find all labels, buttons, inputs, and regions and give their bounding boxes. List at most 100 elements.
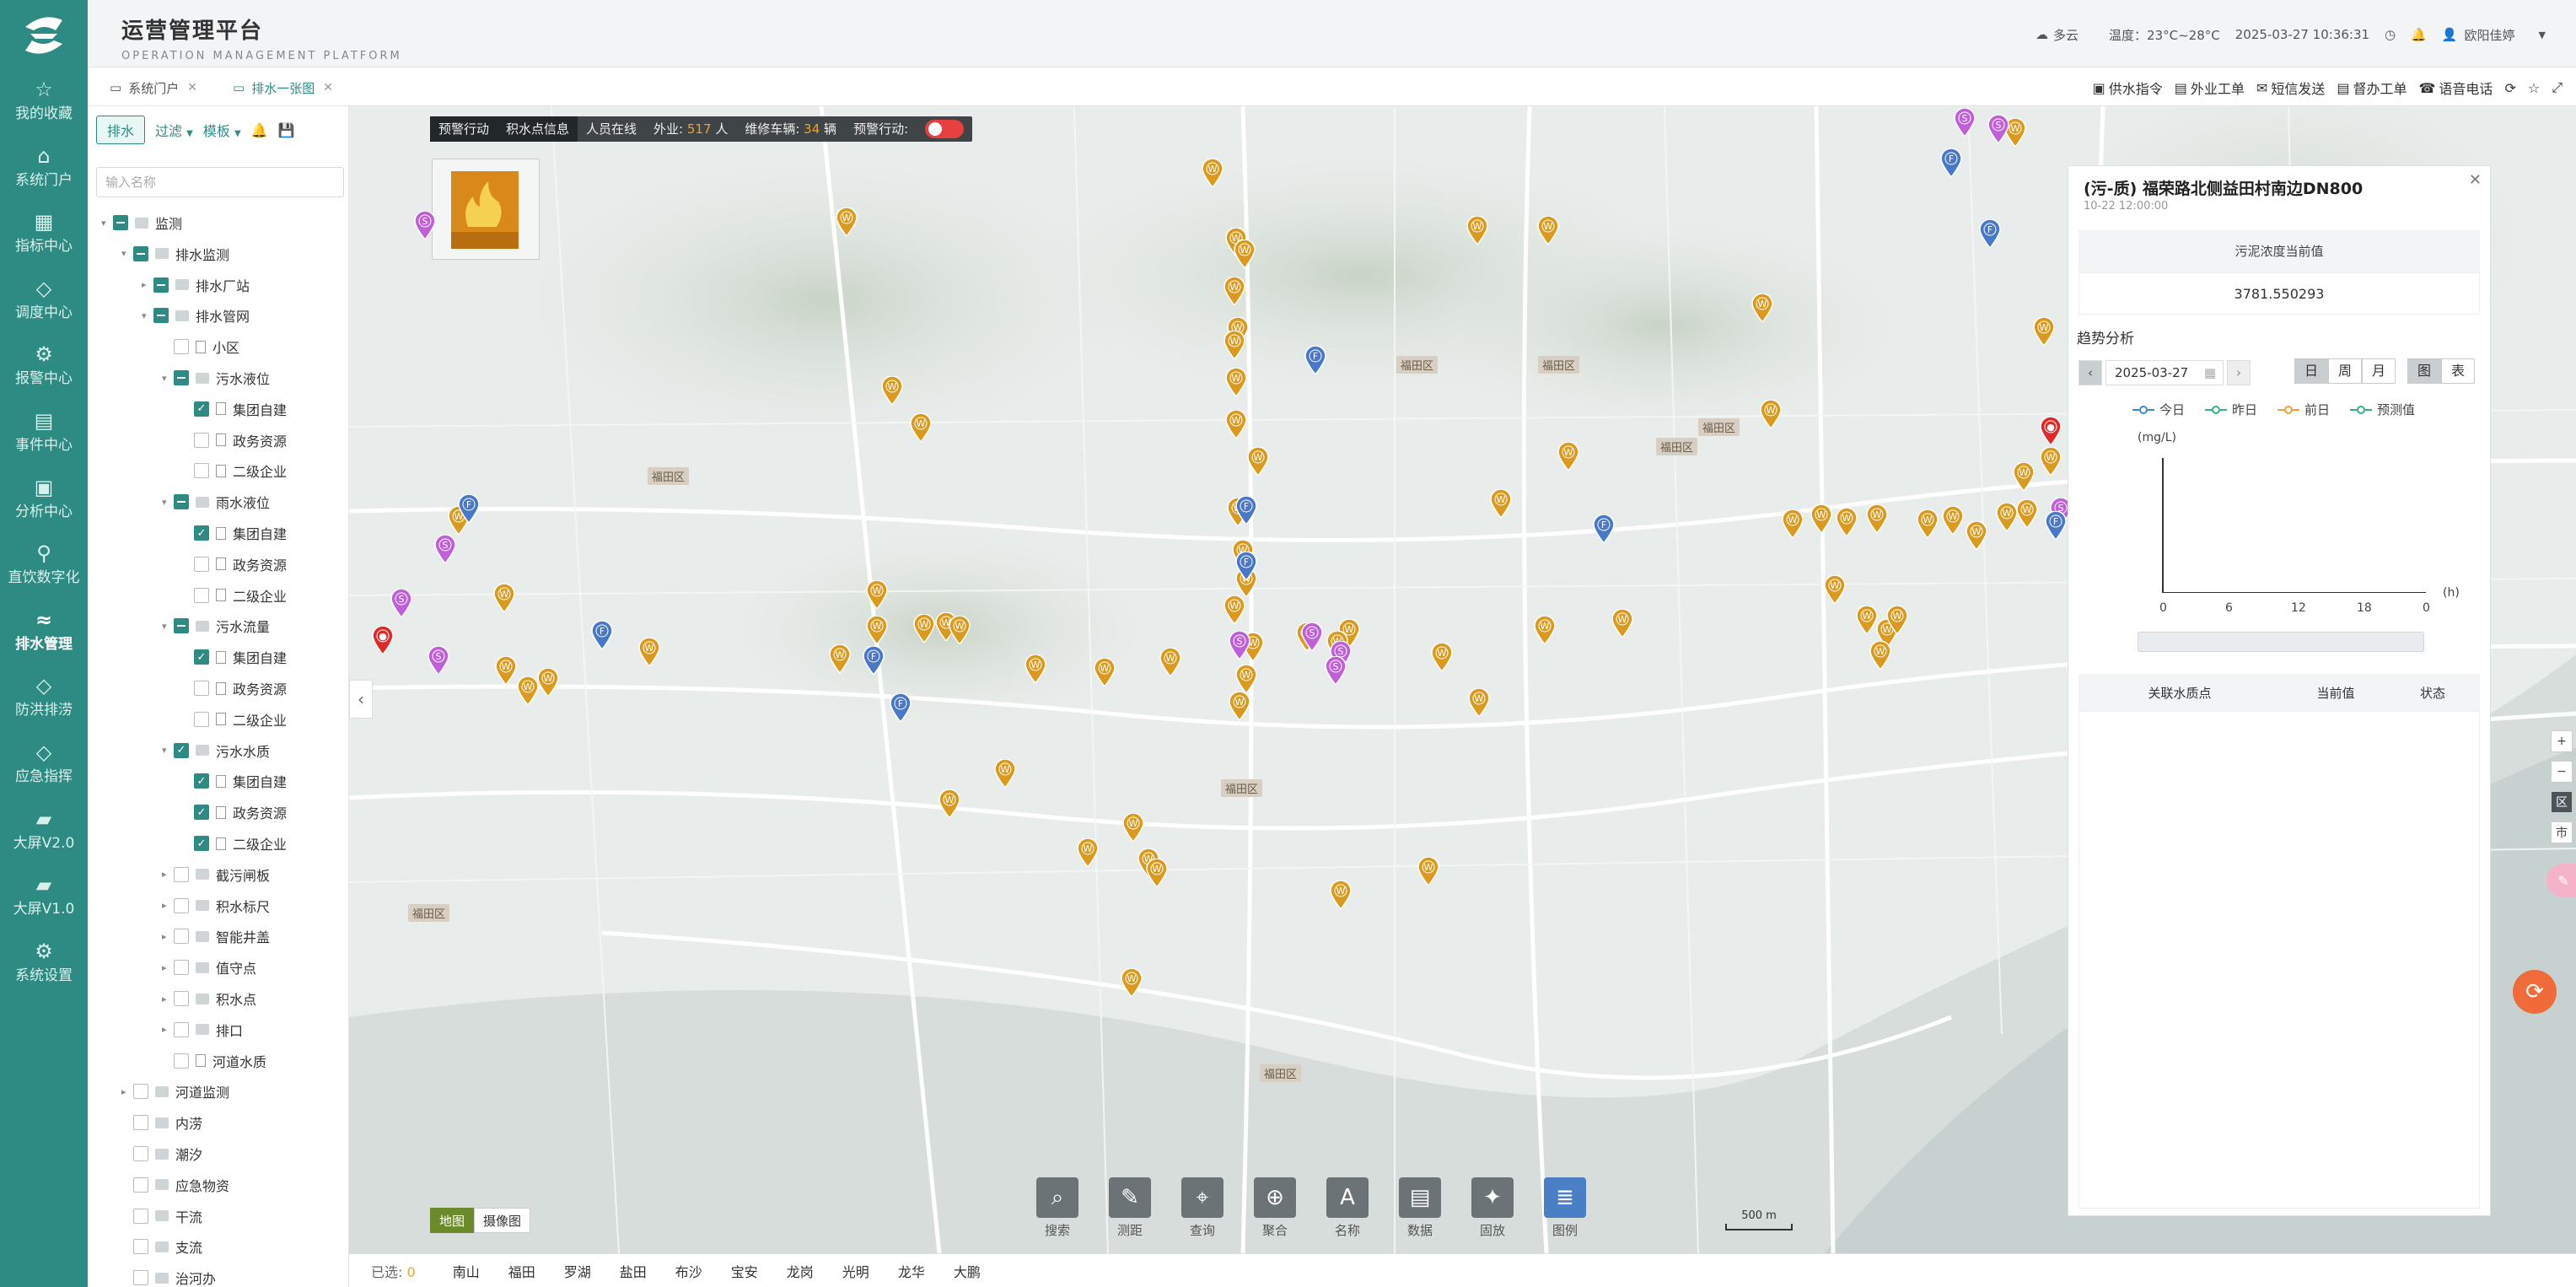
sidebar-item[interactable]: ⚲ 直饮数字化 bbox=[0, 536, 88, 602]
tree-node[interactable]: 政务资源 bbox=[182, 676, 287, 700]
fullscreen-icon[interactable]: ⤢ bbox=[2552, 79, 2563, 96]
sidebar-item[interactable]: ⌂ 系统门户 bbox=[0, 139, 88, 205]
water-quality-marker[interactable]: W bbox=[1122, 813, 1144, 842]
sidebar-item[interactable]: ◇ 应急指挥 bbox=[0, 735, 88, 801]
water-quality-marker[interactable]: W bbox=[1466, 216, 1488, 245]
water-quality-marker[interactable]: W bbox=[836, 207, 858, 236]
close-icon[interactable]: ✕ bbox=[323, 81, 333, 94]
district-button[interactable]: 南山 bbox=[453, 1264, 480, 1280]
tree-node[interactable]: ▸ 排口 bbox=[162, 1018, 243, 1042]
close-icon[interactable]: ✕ bbox=[187, 81, 197, 94]
close-icon[interactable]: ✕ bbox=[2469, 171, 2482, 189]
checkbox[interactable] bbox=[174, 866, 189, 882]
sensor-marker[interactable]: S bbox=[1325, 656, 1347, 685]
water-quality-marker[interactable]: W bbox=[1810, 504, 1832, 533]
checkbox[interactable] bbox=[133, 1146, 148, 1161]
flow-marker[interactable]: F bbox=[1593, 514, 1615, 543]
water-quality-marker[interactable]: W bbox=[1751, 293, 1773, 322]
water-quality-marker[interactable]: W bbox=[1537, 216, 1559, 245]
sidebar-item[interactable]: ◇ 防洪排涝 bbox=[0, 669, 88, 735]
save-icon[interactable]: 💾 bbox=[278, 122, 295, 138]
tree-node[interactable]: ✓ 政务资源 bbox=[182, 800, 287, 824]
tree-node[interactable]: 小区 bbox=[162, 335, 239, 358]
tree-node[interactable]: ▸ 截污闸板 bbox=[162, 863, 270, 886]
water-quality-marker[interactable]: W bbox=[910, 413, 932, 442]
checkbox[interactable] bbox=[133, 1115, 148, 1131]
water-quality-marker[interactable]: W bbox=[1866, 504, 1888, 533]
checkbox[interactable] bbox=[174, 960, 189, 976]
water-quality-marker[interactable]: W bbox=[638, 638, 660, 666]
sensor-marker[interactable]: S bbox=[428, 646, 449, 675]
water-quality-marker[interactable]: W bbox=[1856, 606, 1878, 634]
tree-node[interactable]: ✓ 集团自建 bbox=[182, 769, 287, 793]
field-work-order-button[interactable]: ▤ 外业工单 bbox=[2175, 78, 2245, 98]
map-tool-button[interactable]: ✦ 固放 bbox=[1469, 1177, 1516, 1239]
sensor-marker[interactable]: S bbox=[434, 535, 456, 563]
map-tool-button[interactable]: ≣ 图例 bbox=[1541, 1177, 1589, 1239]
checkbox[interactable] bbox=[174, 618, 189, 634]
sidebar-item[interactable]: ▰ 大屏V1.0 bbox=[0, 868, 88, 934]
checkbox[interactable] bbox=[174, 991, 189, 1006]
water-quality-marker[interactable]: W bbox=[1330, 880, 1352, 909]
water-quality-marker[interactable]: W bbox=[1024, 654, 1046, 683]
water-quality-marker[interactable]: W bbox=[1468, 688, 1490, 717]
water-quality-marker[interactable]: W bbox=[1225, 410, 1247, 439]
flow-marker[interactable]: F bbox=[458, 494, 480, 523]
sms-send-button[interactable]: ✉ 短信发送 bbox=[2256, 78, 2325, 98]
legend-item[interactable]: 今日 bbox=[2132, 401, 2185, 418]
water-quality-marker[interactable]: W bbox=[1121, 968, 1143, 997]
date-input[interactable]: 2025-03-27 ▦ bbox=[2105, 360, 2224, 385]
prev-date-button[interactable]: ‹ bbox=[2079, 360, 2102, 385]
map-tool-button[interactable]: ▤ 数据 bbox=[1396, 1177, 1444, 1239]
water-quality-marker[interactable]: W bbox=[1431, 643, 1453, 671]
zoom-in-button[interactable]: + bbox=[2551, 730, 2573, 752]
city-button[interactable]: 市 bbox=[2551, 821, 2573, 843]
map-tool-button[interactable]: ✎ 测距 bbox=[1106, 1177, 1154, 1239]
checkbox[interactable] bbox=[194, 463, 209, 479]
checkbox[interactable] bbox=[133, 245, 148, 261]
sensor-marker[interactable]: S bbox=[1954, 108, 1976, 137]
drainage-button[interactable]: 排水 bbox=[96, 116, 146, 144]
flow-marker[interactable]: F bbox=[890, 693, 912, 722]
water-quality-marker[interactable]: W bbox=[495, 656, 517, 685]
tree-node[interactable]: 二级企业 bbox=[182, 584, 287, 607]
map-tool-button[interactable]: ⌕ 搜索 bbox=[1034, 1177, 1081, 1239]
bell-icon[interactable]: 🔔 bbox=[251, 122, 268, 138]
map-canvas[interactable]: 预警行动 积水点信息 人员在线 外业: 517 人 维修车辆: 34 辆 预警行… bbox=[349, 106, 2576, 1253]
bell-icon[interactable]: 🔔 bbox=[2411, 27, 2427, 42]
period-month[interactable]: 月 bbox=[2362, 358, 2396, 384]
checkbox[interactable]: ✓ bbox=[194, 401, 209, 417]
water-quality-marker[interactable]: W bbox=[913, 614, 935, 643]
map-tool-button[interactable]: ⊕ 聚合 bbox=[1251, 1177, 1299, 1239]
tree-node[interactable]: 治河办 bbox=[121, 1266, 216, 1287]
water-quality-marker[interactable]: W bbox=[829, 644, 851, 673]
caret-down-icon[interactable]: ▾ bbox=[162, 373, 174, 384]
checkbox[interactable] bbox=[194, 711, 209, 727]
district-button[interactable]: 大鹏 bbox=[954, 1264, 981, 1280]
map-tool-button[interactable]: ⌖ 查询 bbox=[1179, 1177, 1226, 1239]
alarm-marker[interactable]: ● bbox=[372, 626, 394, 654]
checkbox[interactable] bbox=[194, 681, 209, 696]
water-quality-marker[interactable]: W bbox=[1836, 508, 1858, 536]
tree-node[interactable]: 二级企业 bbox=[182, 459, 287, 482]
legend-item[interactable]: 昨日 bbox=[2205, 401, 2257, 418]
tree-node[interactable]: ✓ 集团自建 bbox=[182, 397, 287, 421]
flow-marker[interactable]: F bbox=[591, 621, 613, 649]
clock-icon[interactable]: ◷ bbox=[2385, 27, 2396, 42]
flow-marker[interactable]: F bbox=[1235, 496, 1257, 525]
caret-right-icon[interactable]: ▸ bbox=[162, 900, 174, 911]
tree-node[interactable]: ▾ 监测 bbox=[101, 211, 182, 234]
flow-marker[interactable]: F bbox=[1304, 346, 1326, 374]
tree-node[interactable]: ▾ 污水液位 bbox=[162, 366, 270, 390]
user-menu[interactable]: 👤 欧阳佳婷 ▼ bbox=[2442, 26, 2561, 44]
caret-right-icon[interactable]: ▸ bbox=[162, 869, 174, 880]
tree-node[interactable]: 政务资源 bbox=[182, 428, 287, 452]
map-type-satellite[interactable]: 摄像图 bbox=[474, 1208, 531, 1233]
pink-float-button[interactable]: ✎ bbox=[2546, 864, 2576, 897]
sidebar-item[interactable]: ▰ 大屏V2.0 bbox=[0, 802, 88, 868]
checkbox[interactable] bbox=[153, 308, 169, 324]
flow-marker[interactable]: F bbox=[863, 646, 885, 675]
water-quality-marker[interactable]: W bbox=[493, 584, 515, 612]
caret-right-icon[interactable]: ▸ bbox=[162, 994, 174, 1004]
tree-node[interactable]: ▾ ✓ 污水水质 bbox=[162, 739, 270, 762]
